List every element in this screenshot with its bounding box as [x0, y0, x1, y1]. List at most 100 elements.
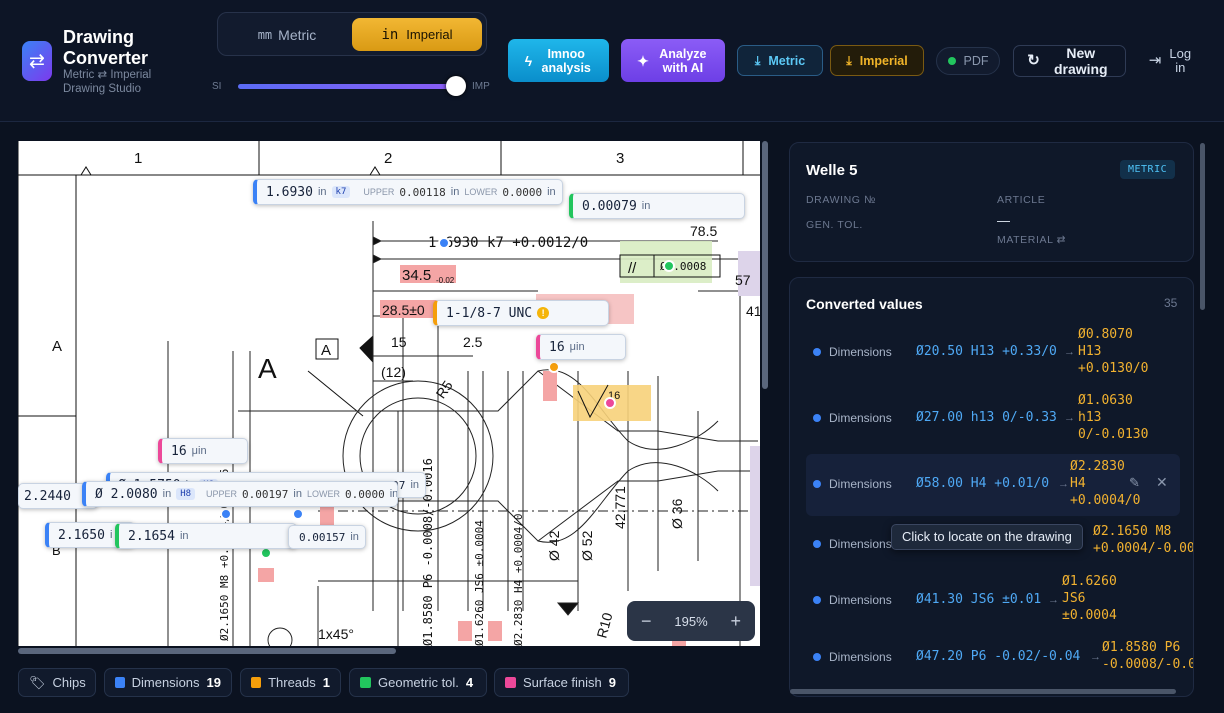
filter-dimensions[interactable]: Dimensions 19 — [104, 668, 232, 697]
converted-line: Ø0.8070 — [1078, 327, 1133, 342]
grid-col-3: 3 — [616, 150, 624, 167]
dim-dia-52: Ø 52 — [579, 530, 595, 561]
chip-value: 16 — [171, 443, 187, 459]
converted-line: +0.0004/0 — [1070, 493, 1141, 508]
chip-tolerance-class: H8 — [176, 488, 196, 500]
canvas-vertical-scrollbar[interactable] — [762, 141, 768, 389]
dimension-dot — [813, 348, 821, 356]
pdf-toggle[interactable]: PDF — [936, 47, 1000, 75]
chips-toggle[interactable]: 🏷 Chips — [18, 668, 96, 697]
zoom-in-button[interactable]: + — [730, 611, 741, 632]
slider-imp-label: IMP — [472, 81, 490, 92]
chip-value: 1.6930 — [266, 184, 313, 200]
svg-text://: // — [628, 260, 637, 277]
converted-line: +0.0004/-0.001 — [1093, 541, 1194, 556]
row-converted: Ø1.6260 JS6 ±0.0004 — [1062, 573, 1117, 624]
canvas-horizontal-scrollbar[interactable] — [18, 648, 396, 654]
new-drawing-label: New drawing — [1053, 45, 1108, 77]
login-button[interactable]: ⇥ Log in — [1146, 46, 1196, 76]
surface-finish-chip[interactable]: 16 μin — [158, 438, 248, 464]
metric-unit-button[interactable]: mm Metric — [224, 18, 350, 51]
converted-line: 0/-0.0130 — [1078, 427, 1149, 442]
surface-count: 9 — [608, 675, 616, 690]
converted-line: JS6 — [1062, 591, 1086, 606]
chip-lower-value: 0.0000 — [344, 487, 385, 501]
panel-horizontal-scrollbar[interactable] — [790, 689, 1176, 694]
filter-geometric-tol[interactable]: Geometric tol. 4 — [349, 668, 487, 697]
metric-label: Metric — [278, 26, 317, 43]
download-imperial-button[interactable]: ⤓ Imperial — [830, 45, 924, 76]
chip-value: 0.00079 — [582, 198, 637, 214]
dim-chamfer: 1x45° — [318, 626, 354, 642]
gen-tol-label: GEN. TOL. — [806, 219, 863, 231]
chip-unit: i — [109, 529, 113, 541]
dim-57: 57 — [735, 272, 751, 288]
geo-tol-chip[interactable]: 0.00157 in — [288, 525, 366, 549]
list-item[interactable]: Dimensions Ø20.50 H13 +0.33/0 → Ø0.8070 … — [806, 322, 1180, 384]
surface-label: Surface finish — [523, 675, 602, 690]
chip-value: 1-1/8-7 UNC — [446, 305, 533, 321]
new-drawing-button[interactable]: ↻ New drawing — [1013, 45, 1126, 77]
chip-unit: in — [162, 488, 172, 500]
dimension-chip[interactable]: 1.6930 in k7 UPPER 0.00118 in LOWER 0.00… — [253, 179, 563, 205]
surface-finish-chip[interactable]: 16 μin — [536, 334, 626, 360]
analyze-ai-button[interactable]: ✦ Analyze with AI — [621, 39, 725, 82]
threads-label: Threads — [268, 675, 316, 690]
list-item[interactable]: Dimensions Ø41.30 JS6 ±0.01 → Ø1.6260 JS… — [806, 570, 1180, 632]
analyze-ai-label: Analyze with AI — [659, 46, 707, 75]
zoom-out-button[interactable]: − — [641, 611, 652, 632]
unit-slider-handle[interactable] — [446, 76, 466, 96]
imnoo-analysis-button[interactable]: ϟ Imnoo analysis — [508, 39, 609, 82]
dim-78-5: 78.5 — [690, 223, 717, 239]
panel-vertical-scrollbar[interactable] — [1200, 143, 1205, 310]
chip-lower-unit: in — [389, 488, 398, 500]
dim-r5: R5 — [432, 377, 455, 401]
chip-upper-label: UPPER — [206, 489, 238, 499]
list-item[interactable]: Dimensions Ø27.00 h13 0/-0.33 → Ø1.0630 … — [806, 388, 1180, 450]
dim-34-5: 34.5 — [402, 267, 431, 284]
arrow-icon: → — [1048, 594, 1059, 606]
download-metric-button[interactable]: ⤓ Metric — [737, 45, 823, 76]
grid-col-1: 1 — [134, 150, 142, 167]
dim-42-771: 42.771 — [612, 486, 628, 529]
drawing-canvas[interactable]: 1 2 3 A B A A // Ø0.0008 34.5 -0.02 28.5… — [18, 141, 760, 646]
dim-28-5: 28.5±0 — [382, 302, 425, 318]
converted-line: -0.0008/-0.00 — [1102, 657, 1194, 672]
zoom-level: 195% — [674, 613, 708, 629]
download-icon: ⤓ — [846, 53, 852, 68]
arrow-icon: → — [1090, 651, 1101, 663]
converted-title: Converted values — [806, 296, 923, 312]
chip-lower-label: LOWER — [306, 489, 340, 499]
row-converted: Ø1.0630 h13 0/-0.0130 — [1078, 392, 1148, 443]
thread-chip[interactable]: 1-1/8-7 UNC ! — [433, 300, 609, 326]
row-type: Dimensions — [829, 537, 892, 551]
arrow-icon: → — [1058, 478, 1069, 490]
filter-surface-finish[interactable]: Surface finish 9 — [494, 668, 629, 697]
list-item[interactable]: Dimensions Ø47.20 P6 -0.02/-0.04 → Ø1.85… — [806, 634, 1193, 696]
chip-value: 2.2440 — [24, 488, 71, 504]
arrow-icon: → — [1064, 346, 1075, 358]
chip-upper-unit: in — [450, 186, 460, 198]
geo-swatch — [360, 677, 371, 688]
dimension-dot — [813, 414, 821, 422]
chip-lower-label: LOWER — [464, 187, 498, 197]
dim-34-5-tol: -0.02 — [436, 276, 455, 285]
converted-line: ±0.0004 — [1062, 608, 1117, 623]
geo-tol-chip[interactable]: 2.1654 in — [115, 523, 297, 549]
imperial-unit-button[interactable]: in Imperial — [352, 18, 482, 51]
list-item[interactable]: Dimensions Ø58.00 H4 +0.01/0 → Ø2.2830 H… — [806, 454, 1180, 516]
unit-slider-track[interactable] — [238, 84, 460, 89]
row-converted: Ø1.8580 P6 -0.0008/-0.00 — [1102, 639, 1194, 673]
chip-lower-unit: in — [547, 186, 556, 198]
dimensions-count: 19 — [206, 675, 221, 690]
dimensions-label: Dimensions — [131, 675, 200, 690]
dimension-chip[interactable]: Ø 2.0080 in H8 UPPER 0.00197 in LOWER 0.… — [82, 481, 398, 507]
edit-icon[interactable]: ✎ — [1129, 475, 1140, 491]
geo-tol-chip[interactable]: 0.00079 in — [569, 193, 745, 219]
drawing-number-label: DRAWING № — [806, 194, 876, 206]
chip-unit: in — [410, 479, 419, 491]
filter-threads[interactable]: Threads 1 — [240, 668, 341, 697]
material-label[interactable]: MATERIAL ⇄ — [997, 234, 1066, 246]
row-source: Ø20.50 H13 +0.33/0 — [916, 344, 1057, 359]
close-icon[interactable]: ✕ — [1156, 474, 1168, 491]
